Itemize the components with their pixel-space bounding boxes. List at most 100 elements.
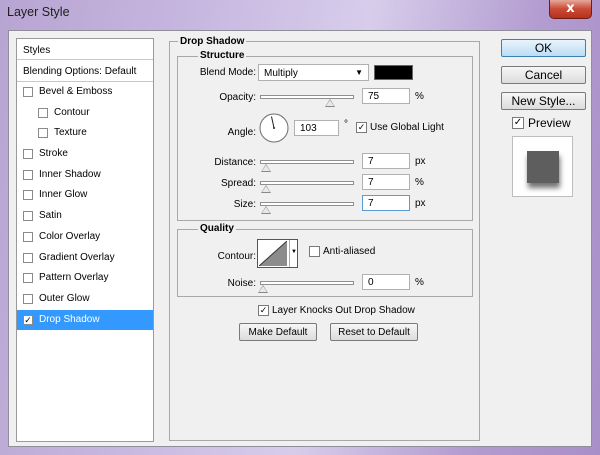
blending-options-item[interactable]: Blending Options: Default <box>17 61 153 82</box>
opacity-input[interactable]: 75 <box>362 88 410 104</box>
structure-group: Structure Blend Mode: Multiply ▼ Opacity… <box>177 50 473 221</box>
style-item-label: Inner Glow <box>39 189 88 201</box>
style-item-stroke[interactable]: Stroke <box>17 144 153 165</box>
preview-label[interactable]: Preview <box>528 116 571 130</box>
style-items: Bevel & Emboss Contour Texture Stroke Inner … <box>17 82 153 331</box>
layer-style-dialog: Layer Style x Styles Blending Options: D… <box>0 0 600 455</box>
angle-label: Angle: <box>227 127 256 138</box>
opacity-unit: % <box>415 91 424 102</box>
style-item-label: Stroke <box>39 148 68 160</box>
angle-dial[interactable] <box>259 113 289 143</box>
style-item-checkbox[interactable] <box>23 149 33 160</box>
style-item-inner-glow[interactable]: Inner Glow <box>17 185 153 206</box>
spread-slider-thumb[interactable] <box>261 185 271 193</box>
style-item-checkbox[interactable] <box>23 169 33 180</box>
noise-input[interactable]: 0 <box>362 274 410 290</box>
size-slider-thumb[interactable] <box>261 206 271 214</box>
style-item-color-overlay[interactable]: Color Overlay <box>17 227 153 248</box>
knockout-label[interactable]: Layer Knocks Out Drop Shadow <box>272 305 415 316</box>
contour-curve-icon <box>259 241 287 266</box>
style-item-gradient-overlay[interactable]: Gradient Overlay <box>17 248 153 269</box>
styles-list: Styles Blending Options: Default Bevel &… <box>16 38 154 442</box>
distance-input[interactable]: 7 <box>362 153 410 169</box>
chevron-down-icon: ▼ <box>291 249 297 255</box>
drop-shadow-group: Drop Shadow Structure Blend Mode: Multip… <box>169 36 480 441</box>
chevron-down-icon: ▼ <box>355 68 363 77</box>
style-item-outer-glow[interactable]: Outer Glow <box>17 289 153 310</box>
style-item-label: Bevel & Emboss <box>39 86 113 97</box>
shadow-color-swatch[interactable] <box>374 65 413 80</box>
style-item-texture[interactable]: Texture <box>17 123 153 144</box>
style-item-checkbox[interactable] <box>23 293 33 304</box>
style-item-label: Texture <box>54 127 87 139</box>
structure-title: Structure <box>198 50 247 61</box>
opacity-slider-thumb[interactable] <box>325 99 335 107</box>
style-item-checkbox[interactable] <box>23 211 33 222</box>
contour-label: Contour: <box>217 251 256 262</box>
size-unit: px <box>415 198 426 209</box>
reset-to-default-button[interactable]: Reset to Default <box>330 323 418 341</box>
angle-unit: ° <box>344 119 348 130</box>
opacity-label: Opacity: <box>219 92 256 103</box>
knockout-checkbox[interactable]: ✓ <box>258 305 269 316</box>
preview-swatch <box>527 151 559 183</box>
style-item-checkbox[interactable] <box>23 190 33 201</box>
anti-aliased-label[interactable]: Anti-aliased <box>323 246 375 257</box>
contour-dropdown[interactable]: ▼ <box>289 240 298 267</box>
close-button[interactable]: x <box>549 0 592 19</box>
quality-title: Quality <box>198 223 236 234</box>
noise-slider-thumb[interactable] <box>258 285 268 293</box>
style-item-label: Gradient Overlay <box>39 251 115 263</box>
ok-button[interactable]: OK <box>501 39 586 57</box>
style-item-bevel-emboss[interactable]: Bevel & Emboss <box>17 82 153 103</box>
spread-slider[interactable] <box>260 181 354 185</box>
style-item-checkbox[interactable] <box>23 252 33 263</box>
distance-label: Distance: <box>214 157 256 168</box>
style-item-checkbox[interactable] <box>23 273 33 284</box>
style-item-label: Drop Shadow <box>39 313 100 325</box>
make-default-button[interactable]: Make Default <box>239 323 317 341</box>
style-item-label: Satin <box>39 210 62 222</box>
spread-label: Spread: <box>220 178 256 189</box>
spread-input[interactable]: 7 <box>362 174 410 190</box>
dialog-body: Styles Blending Options: Default Bevel &… <box>8 30 592 447</box>
style-item-satin[interactable]: Satin <box>17 206 153 227</box>
style-item-checkbox[interactable]: ✓ <box>23 314 33 325</box>
distance-slider[interactable] <box>260 160 354 164</box>
style-item-inner-shadow[interactable]: Inner Shadow <box>17 165 153 186</box>
distance-unit: px <box>415 156 426 167</box>
style-item-label: Inner Shadow <box>39 168 101 180</box>
size-slider[interactable] <box>260 202 354 206</box>
style-item-checkbox[interactable] <box>38 128 48 139</box>
style-item-contour[interactable]: Contour <box>17 103 153 124</box>
style-item-checkbox[interactable] <box>23 231 33 242</box>
size-input[interactable]: 7 <box>362 195 410 211</box>
style-item-drop-shadow[interactable]: ✓ Drop Shadow <box>17 309 153 331</box>
blend-mode-select[interactable]: Multiply ▼ <box>258 64 369 81</box>
cancel-button[interactable]: Cancel <box>501 66 586 84</box>
style-item-label: Color Overlay <box>39 230 101 242</box>
blend-mode-value: Multiply <box>264 68 298 79</box>
preview-thumbnail <box>512 136 573 197</box>
title-bar[interactable]: Layer Style x <box>0 0 600 26</box>
contour-picker[interactable]: ▼ <box>257 239 298 268</box>
use-global-light-label[interactable]: Use Global Light <box>370 122 444 133</box>
style-item-label: Outer Glow <box>39 292 90 304</box>
size-label: Size: <box>233 199 256 210</box>
use-global-light-checkbox[interactable]: ✓ <box>356 122 367 133</box>
preview-checkbox[interactable]: ✓ <box>512 117 524 129</box>
opacity-slider[interactable] <box>260 95 354 99</box>
noise-slider[interactable] <box>260 281 354 285</box>
angle-input[interactable]: 103 <box>294 120 339 136</box>
styles-header[interactable]: Styles <box>17 39 153 60</box>
noise-unit: % <box>415 277 424 288</box>
anti-aliased-checkbox[interactable] <box>309 246 320 257</box>
style-item-checkbox[interactable] <box>23 87 33 97</box>
style-item-checkbox[interactable] <box>38 107 48 118</box>
distance-slider-thumb[interactable] <box>261 164 271 172</box>
spread-unit: % <box>415 177 424 188</box>
style-item-pattern-overlay[interactable]: Pattern Overlay <box>17 268 153 289</box>
new-style-button[interactable]: New Style... <box>501 92 586 110</box>
style-item-label: Contour <box>54 106 90 118</box>
blend-mode-label: Blend Mode: <box>199 67 256 78</box>
